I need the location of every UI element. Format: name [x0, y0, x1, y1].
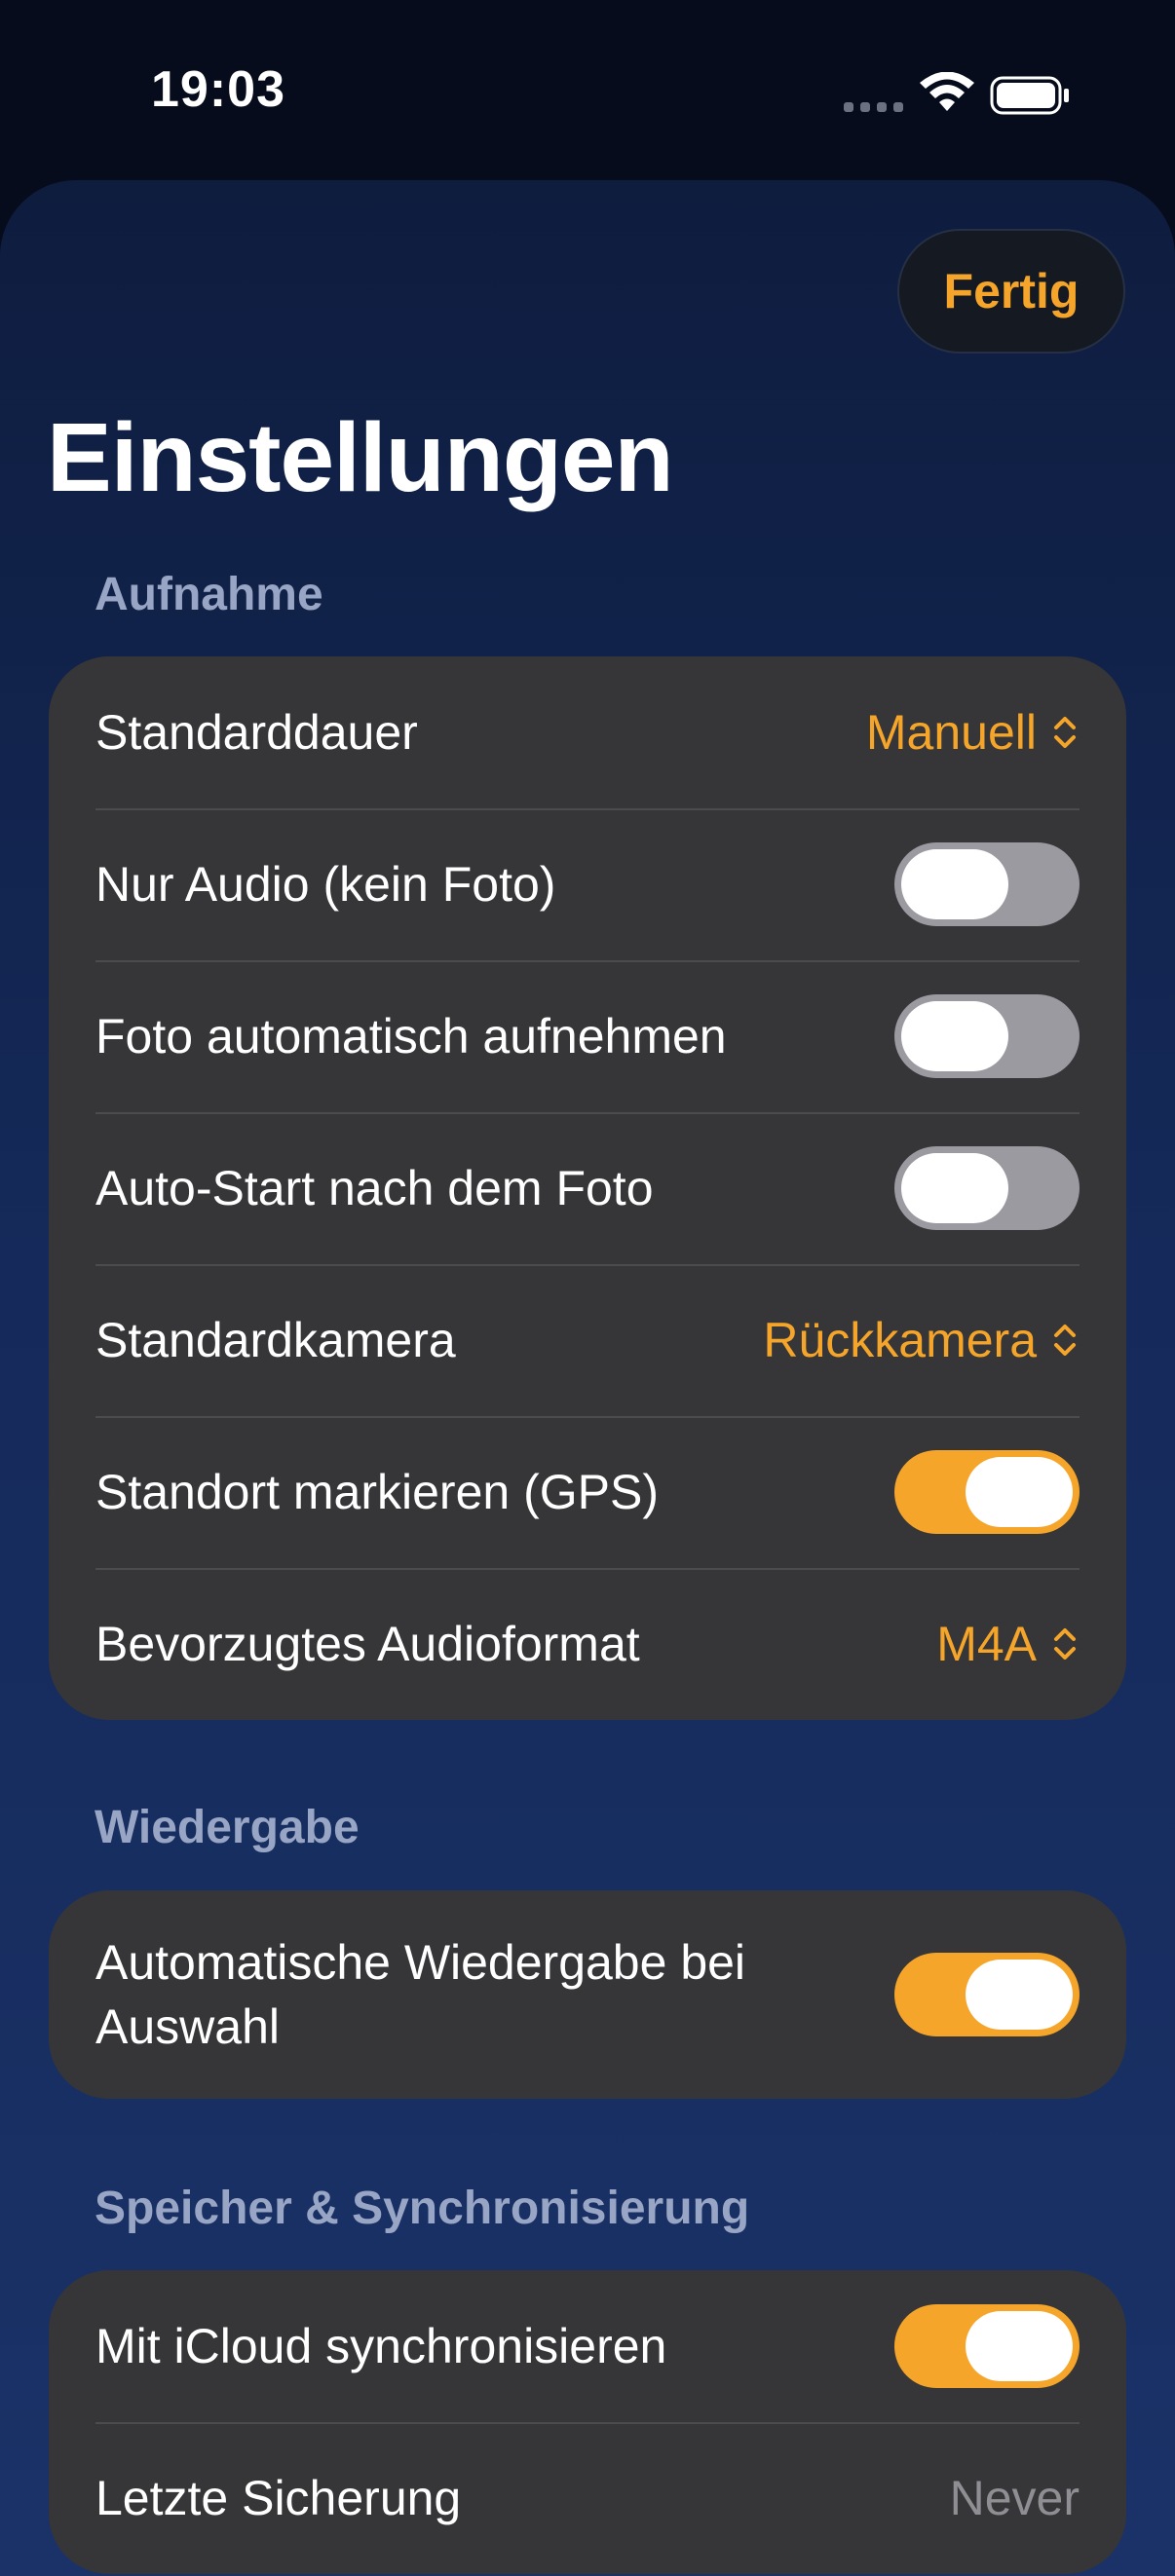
setting-label: Foto automatisch aufnehmen: [95, 1009, 727, 1064]
setting-label: Standarddauer: [95, 705, 418, 760]
status-time: 19:03: [151, 61, 285, 118]
audio-only-toggle[interactable]: [894, 842, 1080, 926]
setting-row-icloud-sync: Mit iCloud synchronisieren: [49, 2270, 1126, 2422]
storage-sync-settings-group: Mit iCloud synchronisieren Letzte Sicher…: [49, 2270, 1126, 2574]
section-header-recording: Aufnahme: [95, 569, 323, 620]
setting-row-audio-format[interactable]: Bevorzugtes Audioformat M4A: [49, 1568, 1126, 1720]
setting-row-last-backup: Letzte Sicherung Never: [49, 2422, 1126, 2574]
setting-label: Letzte Sicherung: [95, 2471, 462, 2525]
toggle-knob: [966, 1960, 1073, 2030]
playback-settings-group: Automatische Wiedergabe bei Auswahl: [49, 1890, 1126, 2099]
setting-label: Mit iCloud synchronisieren: [95, 2319, 667, 2373]
toggle-knob: [901, 849, 1008, 919]
settings-sheet: Fertig Einstellungen Aufnahme Standardda…: [0, 180, 1175, 2576]
done-button[interactable]: Fertig: [897, 229, 1125, 354]
auto-start-toggle[interactable]: [894, 1146, 1080, 1230]
section-header-playback: Wiedergabe: [95, 1802, 360, 1853]
setting-row-audio-only: Nur Audio (kein Foto): [49, 808, 1126, 960]
recording-settings-group: Standarddauer Manuell Nur Audio (kein Fo…: [49, 656, 1126, 1720]
toggle-knob: [966, 1457, 1073, 1527]
setting-label: Standort markieren (GPS): [95, 1465, 659, 1519]
picker-value: Manuell: [865, 705, 1037, 760]
wifi-icon: [920, 72, 974, 111]
battery-icon: [990, 76, 1069, 115]
chevron-up-down-icon: [1054, 1325, 1076, 1356]
setting-label: Automatische Wiedergabe bei Auswahl: [95, 1935, 746, 2054]
setting-row-auto-start: Auto-Start nach dem Foto: [49, 1112, 1126, 1264]
page-title: Einstellungen: [47, 403, 674, 512]
setting-row-autoplay: Automatische Wiedergabe bei Auswahl: [49, 1890, 1126, 2099]
cellular-signal-icon: [844, 102, 903, 112]
default-duration-picker[interactable]: Manuell: [866, 704, 1080, 761]
picker-value: Rückkamera: [763, 1313, 1037, 1367]
status-bar: 19:03: [0, 0, 1175, 185]
setting-label: Standardkamera: [95, 1313, 456, 1367]
default-camera-picker[interactable]: Rückkamera: [763, 1312, 1080, 1368]
auto-photo-toggle[interactable]: [894, 994, 1080, 1078]
picker-value: M4A: [936, 1617, 1037, 1671]
last-backup-value: Never: [949, 2471, 1080, 2525]
setting-row-auto-photo: Foto automatisch aufnehmen: [49, 960, 1126, 1112]
setting-row-default-duration[interactable]: Standarddauer Manuell: [49, 656, 1126, 808]
toggle-knob: [901, 1001, 1008, 1071]
setting-label: Auto-Start nach dem Foto: [95, 1161, 654, 1215]
setting-row-default-camera[interactable]: Standardkamera Rückkamera: [49, 1264, 1126, 1416]
chevron-up-down-icon: [1054, 1628, 1076, 1660]
setting-label: Bevorzugtes Audioformat: [95, 1617, 640, 1671]
audio-format-picker[interactable]: M4A: [936, 1616, 1080, 1672]
chevron-up-down-icon: [1054, 717, 1076, 748]
toggle-knob: [966, 2311, 1073, 2381]
setting-label: Nur Audio (kein Foto): [95, 857, 556, 912]
autoplay-toggle[interactable]: [894, 1953, 1080, 2036]
icloud-sync-toggle[interactable]: [894, 2304, 1080, 2388]
setting-row-gps-tag: Standort markieren (GPS): [49, 1416, 1126, 1568]
section-header-storage-sync: Speicher & Synchronisierung: [95, 2183, 750, 2234]
toggle-knob: [901, 1153, 1008, 1223]
gps-tag-toggle[interactable]: [894, 1450, 1080, 1534]
